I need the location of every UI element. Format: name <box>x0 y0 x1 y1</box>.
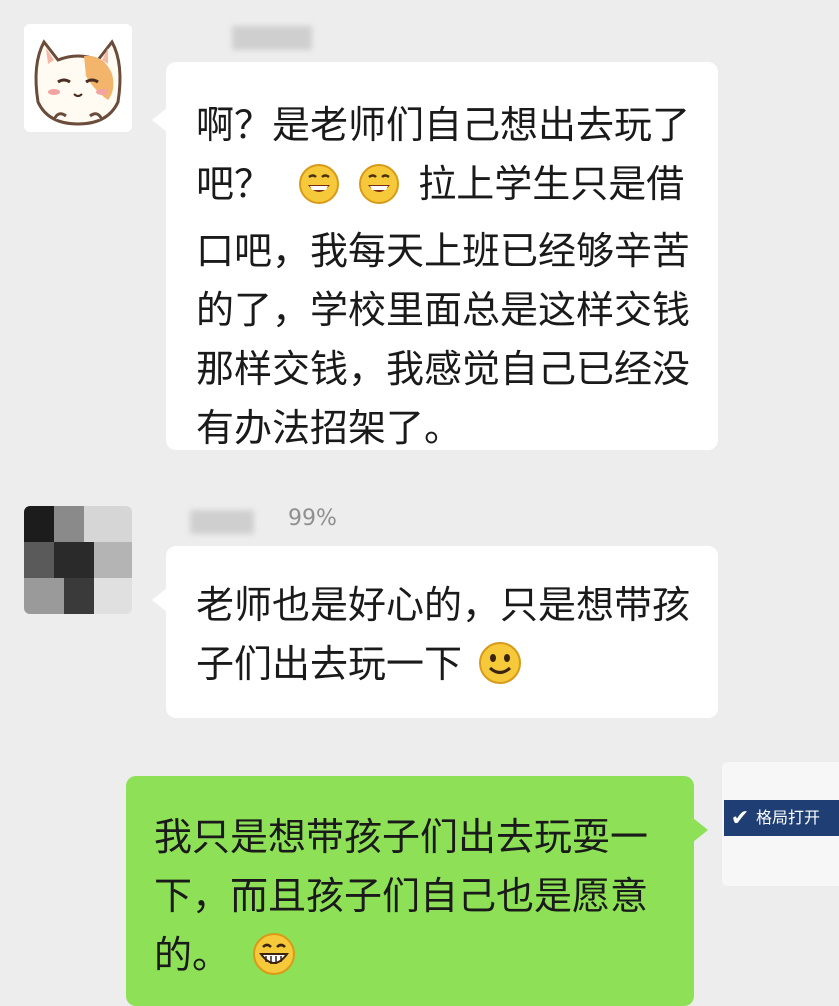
message-text: 的。 <box>154 933 231 977</box>
bubble-tail <box>152 108 167 132</box>
grinning-emoji-icon <box>298 163 340 222</box>
sender-name-blurred <box>190 510 254 534</box>
message-text: 拉上学生只是借 <box>418 162 685 206</box>
message-line: 我只是想带孩子们出去玩耍一 <box>154 815 649 859</box>
avatar-blurred[interactable] <box>24 506 132 614</box>
badge-banner: ✔ 格局打开 <box>724 800 839 836</box>
sender-name-blurred <box>232 26 312 50</box>
big-grin-emoji-icon <box>252 932 296 993</box>
message-text: 子们出去玩一下 <box>196 642 463 686</box>
message-line: 那样交钱，我感觉自己已经没 <box>196 347 691 391</box>
avatar-cat[interactable] <box>24 24 132 132</box>
bubble-tail <box>152 588 167 612</box>
message-line: 啊？是老师们自己想出去玩了 <box>196 103 691 147</box>
message-bubble-received[interactable]: 老师也是好心的，只是想带孩 子们出去玩一下 <box>152 546 718 718</box>
message-line: 有办法招架了。 <box>196 406 463 450</box>
message-line: 的了，学校里面总是这样交钱 <box>196 288 691 332</box>
check-icon: ✔ <box>730 805 750 831</box>
sender-meta: 99% <box>288 506 337 531</box>
smiling-emoji-icon <box>478 641 522 702</box>
message-line-with-emoji: 的。 <box>154 926 694 993</box>
message-line: 口吧，我每天上班已经够辛苦 <box>196 229 691 273</box>
grinning-emoji-icon <box>358 163 400 222</box>
message-bubble-sent[interactable]: 我只是想带孩子们出去玩耍一 下，而且孩子们自己也是愿意 的。 <box>126 776 708 1006</box>
badge-label: 格局打开 <box>756 808 821 827</box>
chat-thread: 啊？是老师们自己想出去玩了 吧？ 拉上学生只是借 口吧，我每天上班已经够辛苦 的… <box>0 0 839 1006</box>
message-bubble-received[interactable]: 啊？是老师们自己想出去玩了 吧？ 拉上学生只是借 口吧，我每天上班已经够辛苦 的… <box>152 62 718 450</box>
message-line-with-emojis: 吧？ 拉上学生只是借 <box>196 155 718 222</box>
pixelated-avatar-icon <box>24 506 132 614</box>
message-line: 下，而且孩子们自己也是愿意 <box>154 874 649 918</box>
message-line-with-emoji: 子们出去玩一下 <box>196 635 718 702</box>
bubble-tail <box>693 818 708 842</box>
cat-face-icon <box>24 24 132 132</box>
message-line: 老师也是好心的，只是想带孩 <box>196 583 691 627</box>
message-text: 吧？ <box>196 162 273 206</box>
